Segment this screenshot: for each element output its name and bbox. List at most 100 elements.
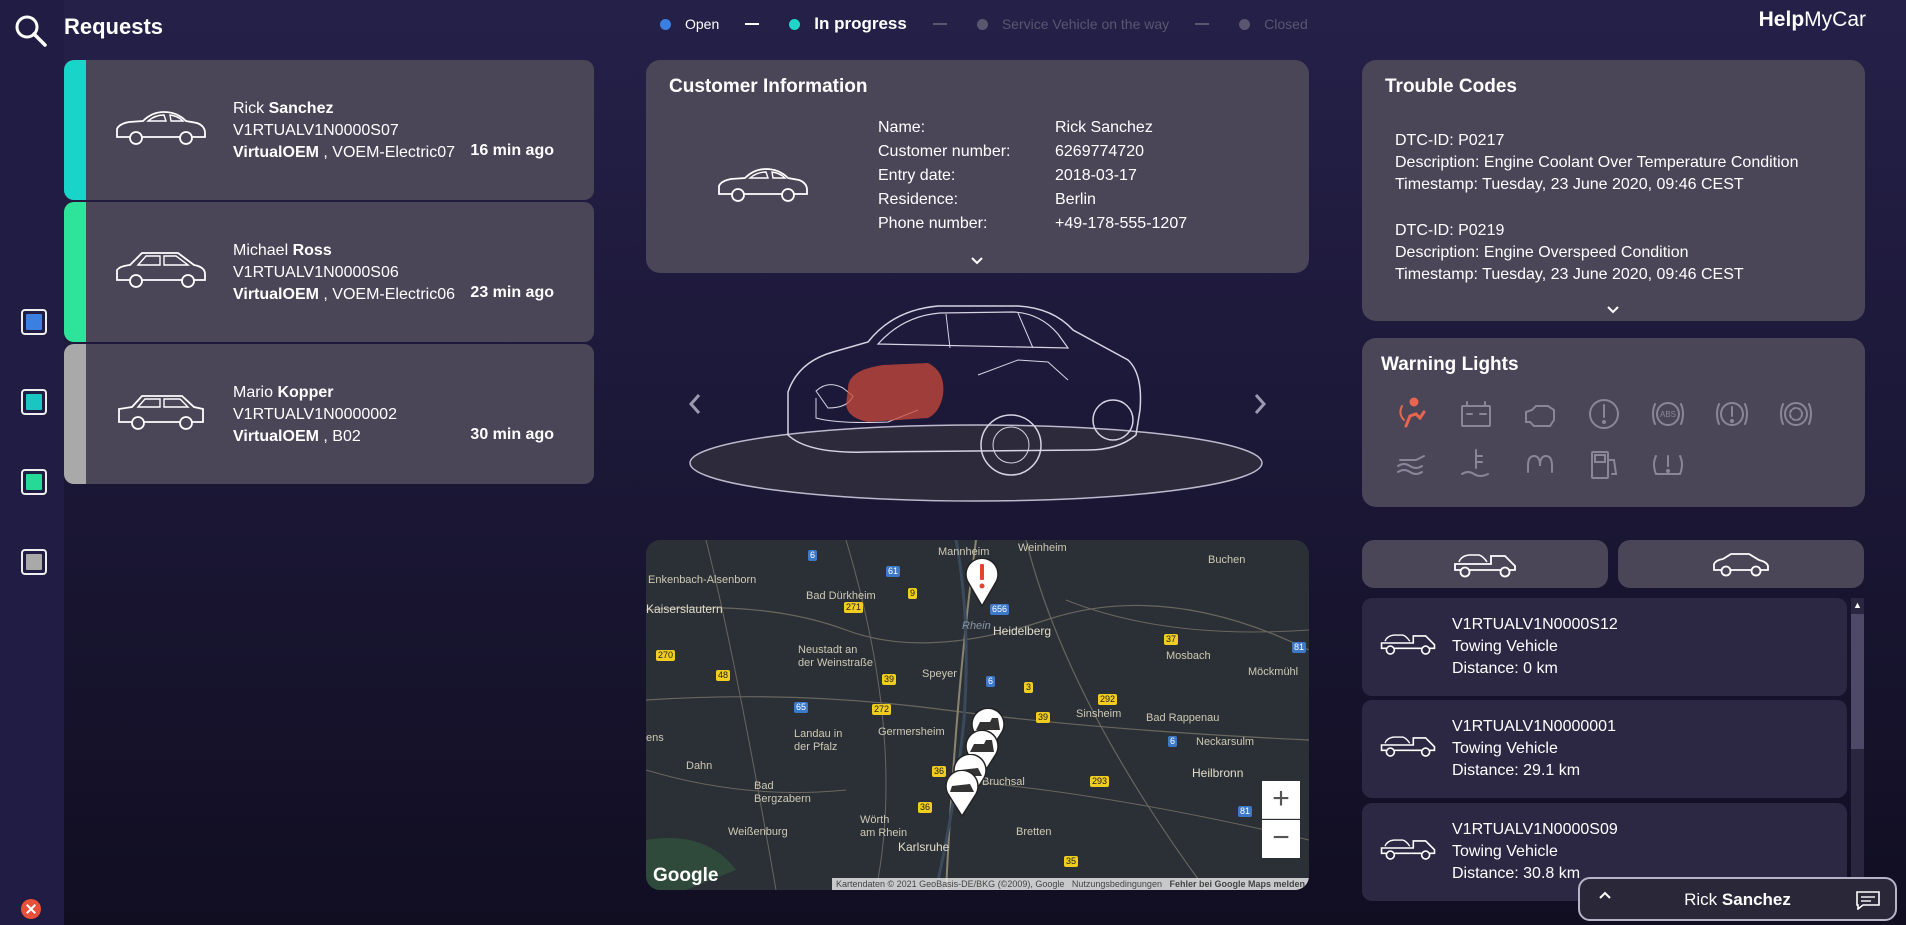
customer-number-value: 6269774720 (1055, 143, 1144, 160)
status-step-in-progress: In progress (789, 14, 907, 34)
status-stripe (64, 202, 86, 342)
terms-link[interactable]: Nutzungsbedingungen (1072, 879, 1162, 889)
filter-closed-checkbox[interactable] (21, 549, 47, 575)
vin: V1RTUALV1N0000S06 (233, 264, 399, 281)
status-stepper: Open In progress Service Vehicle on the wa… (660, 14, 1308, 34)
tire-pressure-icon[interactable] (1650, 446, 1686, 482)
vehicle-type: Towing Vehicle (1452, 843, 1558, 860)
report-error-link[interactable]: Fehler bei Google Maps melden (1169, 879, 1305, 889)
location-map[interactable]: Mannheim Weinheim Enkenbach-Alsenborn Ba… (646, 540, 1309, 890)
trouble-code-item: DTC-ID: P0217 Description: Engine Coolan… (1395, 130, 1798, 196)
phone-value: +49-178-555-1207 (1055, 215, 1188, 232)
battery-warning-icon[interactable] (1458, 396, 1494, 432)
suv-icon (118, 395, 204, 430)
next-view-arrow-icon[interactable] (1253, 393, 1267, 415)
service-car-icon (1713, 553, 1769, 577)
brake-warning-icon[interactable] (1714, 396, 1750, 432)
request-age: 30 min ago (470, 426, 554, 443)
vehicle-distance: Distance: 29.1 km (1452, 762, 1581, 779)
chat-icon[interactable] (1855, 890, 1881, 910)
dtc-description: Description: Engine Coolant Over Tempera… (1395, 154, 1799, 171)
status-connector (1195, 23, 1210, 25)
vehicle-list-scroll-thumb[interactable] (1851, 614, 1864, 749)
close-icon[interactable] (21, 899, 41, 919)
brake-pad-warning-icon[interactable] (1778, 396, 1814, 432)
vehicle-id: V1RTUALV1N0000001 (1452, 718, 1616, 735)
zoom-in-button[interactable]: + (1262, 781, 1300, 819)
status-step-label: Closed (1264, 16, 1308, 32)
user-name: Rick Sanchez (1684, 890, 1791, 909)
filter-in-progress-checkbox[interactable] (21, 389, 47, 415)
status-step-label: In progress (814, 14, 907, 33)
request-card[interactable]: Michael Ross V1RTUALV1N0000S06 VirtualOEM … (64, 202, 594, 342)
filter-open-checkbox[interactable] (21, 309, 47, 335)
svg-text:ABS: ABS (1660, 410, 1676, 419)
general-warning-icon[interactable] (1586, 396, 1622, 432)
user-bar[interactable]: Rick Sanchez (1578, 877, 1897, 921)
customer-name: Mario Kopper (233, 384, 334, 401)
service-car-marker-icon-2[interactable] (942, 770, 982, 818)
customer-name: Michael Ross (233, 242, 332, 259)
phone-label: Phone number: (878, 215, 988, 232)
warning-lights-panel: Warning Lights ABS (1362, 338, 1865, 507)
residence-label: Residence: (878, 191, 959, 208)
vehicle-type: Towing Vehicle (1452, 638, 1558, 655)
status-stripe (64, 60, 86, 200)
abs-warning-icon[interactable]: ABS (1650, 396, 1686, 432)
towing-vehicle-filter-button[interactable] (1362, 540, 1608, 588)
google-logo: Google (653, 865, 719, 886)
expand-chevron-down-icon[interactable] (970, 256, 984, 265)
vehicle-diagram (689, 305, 1263, 502)
trouble-codes-title: Trouble Codes (1385, 76, 1517, 97)
vehicle-id: V1RTUALV1N0000S09 (1452, 821, 1618, 838)
zoom-out-button[interactable]: − (1262, 820, 1300, 858)
vehicle-distance: Distance: 0 km (1452, 660, 1558, 677)
filter-service-on-way-checkbox[interactable] (21, 469, 47, 495)
engine-check-icon[interactable] (1522, 396, 1558, 432)
customer-car-icon (718, 168, 808, 202)
status-dot (660, 18, 671, 30)
request-card[interactable]: Rick Sanchez V1RTUALV1N0000S07 VirtualOEM … (64, 60, 594, 200)
vehicle-list-item[interactable]: V1RTUALV1N0000S12 Towing Vehicle Distance:… (1362, 598, 1847, 696)
status-connector (932, 23, 947, 25)
status-connector (745, 23, 760, 25)
service-car-filter-button[interactable] (1618, 540, 1864, 588)
request-age: 16 min ago (470, 142, 554, 159)
dtc-timestamp: Timestamp: Tuesday, 23 June 2020, 09:46 … (1395, 176, 1744, 193)
sedan-icon (116, 111, 206, 145)
entry-date-value: 2018-03-17 (1055, 167, 1137, 184)
status-step-label: Open (685, 16, 720, 32)
brand-logo: HelpMyCar (1758, 8, 1866, 31)
tow-truck-icon (1380, 634, 1436, 655)
fuel-level-icon[interactable] (1586, 446, 1622, 482)
scroll-up-arrow-icon[interactable]: ▲ (1851, 598, 1864, 612)
status-stripe (64, 344, 86, 484)
customer-name: Rick Sanchez (233, 100, 334, 117)
airbag-warning-icon[interactable] (1394, 396, 1430, 432)
glow-plug-icon[interactable] (1522, 446, 1558, 482)
request-age: 23 min ago (470, 284, 554, 301)
search-icon[interactable] (14, 14, 48, 53)
residence-value: Berlin (1055, 191, 1096, 208)
hatchback-icon (116, 252, 206, 288)
status-step-open: Open (660, 16, 719, 32)
dtc-id: DTC-ID: P0217 (1395, 132, 1505, 149)
vehicle-id: V1RTUALV1N0000S12 (1452, 616, 1618, 633)
tow-truck-icon (1454, 554, 1516, 578)
previous-view-arrow-icon[interactable] (688, 393, 702, 415)
status-step-service-vehicle-on-the-way: Service Vehicle on the way (976, 16, 1169, 32)
status-step-closed: Closed (1239, 16, 1308, 32)
oil-level-icon[interactable] (1394, 446, 1430, 482)
incident-marker-icon[interactable] (964, 558, 1000, 608)
tow-truck-icon (1380, 839, 1436, 860)
expand-chevron-down-icon[interactable] (1606, 305, 1620, 314)
tow-truck-icon (1380, 736, 1436, 757)
trouble-codes-panel: Trouble Codes DTC-ID: P0217 Description:… (1362, 60, 1865, 321)
dtc-id: DTC-ID: P0219 (1395, 222, 1505, 239)
entry-date-label: Entry date: (878, 167, 956, 184)
request-card[interactable]: Mario Kopper V1RTUALV1N0000002 VirtualOEM … (64, 344, 594, 484)
customer-info-panel: Customer Information Name: Rick Sanchez C… (646, 60, 1309, 273)
name-value: Rick Sanchez (1055, 119, 1153, 136)
vehicle-list-item[interactable]: V1RTUALV1N0000001 Towing Vehicle Distance:… (1362, 700, 1847, 798)
coolant-temperature-icon[interactable] (1458, 446, 1494, 482)
